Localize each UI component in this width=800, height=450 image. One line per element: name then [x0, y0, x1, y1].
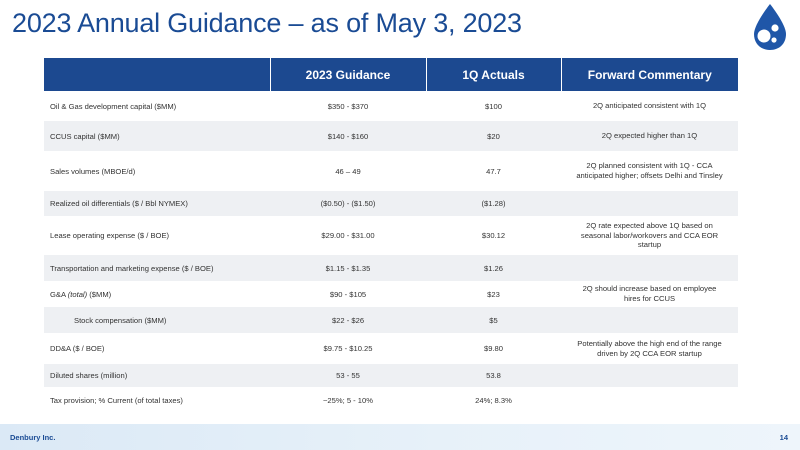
- guidance-cell: $29.00 - $31.00: [321, 231, 375, 240]
- table-row: Tax provision; % Current (of total taxes…: [44, 387, 738, 413]
- commentary-cell: [561, 191, 738, 216]
- actual-cell: $23: [487, 289, 500, 299]
- commentary-cell: 2Q expected higher than 1Q: [561, 121, 738, 151]
- guidance-cell: 53 - 55: [270, 364, 426, 387]
- column-header: [44, 58, 270, 91]
- row-label: Tax provision; % Current (of total taxes…: [50, 395, 183, 405]
- commentary-cell: 2Q rate expected above 1Q based on seaso…: [580, 220, 719, 250]
- row-label: DD&A ($ / BOE): [50, 344, 105, 353]
- commentary-cell: 2Q planned consistent with 1Q - CCA anti…: [576, 161, 723, 180]
- actual-cell: $1.26: [426, 255, 561, 281]
- commentary-cell: [561, 364, 738, 387]
- table-row: G&A (total) ($MM) $90 - $105 $23 2Q shou…: [44, 281, 738, 307]
- table-row: Transportation and marketing expense ($ …: [44, 255, 738, 281]
- guidance-cell: $350 - $370: [327, 101, 369, 111]
- table-row: Diluted shares (million) 53 - 55 53.8: [44, 364, 738, 387]
- guidance-cell: $90 - $105: [329, 289, 367, 299]
- commentary-cell: [561, 387, 738, 413]
- row-label: Realized oil differentials ($ / Bbl NYME…: [44, 191, 270, 216]
- column-header: 2023 Guidance: [269, 58, 426, 91]
- actual-cell: $20: [426, 121, 561, 151]
- column-header: Forward Commentary: [560, 58, 738, 91]
- commentary-cell: Potentially above the high end of the ra…: [577, 338, 722, 358]
- table-row: Stock compensation ($MM) $22 - $26 $5: [44, 307, 738, 333]
- footer-bar: [0, 424, 800, 450]
- table-row: Sales volumes (MBOE/d) 46 – 49 47.7 2Q p…: [44, 151, 738, 191]
- table-header-row: 2023 Guidance 1Q Actuals Forward Comment…: [44, 58, 738, 91]
- table-row: CCUS capital ($MM) $140 - $160 $20 2Q ex…: [44, 121, 738, 151]
- actual-cell: $100: [485, 101, 502, 111]
- table-row: DD&A ($ / BOE) $9.75 - $10.25 $9.80 Pote…: [44, 333, 738, 364]
- row-label: Lease operating expense ($ / BOE): [50, 231, 170, 240]
- commentary-cell: 2Q anticipated consistent with 1Q: [592, 101, 707, 111]
- row-label: Stock compensation ($MM): [44, 307, 270, 333]
- table-row: Realized oil differentials ($ / Bbl NYME…: [44, 191, 738, 216]
- row-label-prefix: G&A: [50, 289, 68, 299]
- footer-company-name: Denbury Inc.: [10, 433, 56, 442]
- row-label: Sales volumes (MBOE/d): [50, 166, 136, 176]
- actual-cell: $30.12: [481, 231, 506, 240]
- guidance-cell: ~25%; 5 - 10%: [322, 395, 374, 405]
- guidance-cell: $1.15 - $1.35: [270, 255, 426, 281]
- guidance-cell: 46 – 49: [335, 166, 361, 176]
- row-label: Transportation and marketing expense ($ …: [44, 255, 270, 281]
- row-label: Oil & Gas development capital ($MM): [50, 101, 177, 111]
- denbury-drop-logo-icon: [754, 4, 786, 50]
- actual-cell: ($1.28): [426, 191, 561, 216]
- actual-cell: $9.80: [483, 344, 503, 353]
- guidance-cell: $22 - $26: [270, 307, 426, 333]
- guidance-cell: ($0.50) - ($1.50): [270, 191, 426, 216]
- page-title: 2023 Annual Guidance – as of May 3, 2023: [12, 8, 522, 38]
- table-row: Lease operating expense ($ / BOE) $29.00…: [44, 216, 738, 255]
- guidance-cell: $140 - $160: [270, 121, 426, 151]
- actual-cell: 53.8: [426, 364, 561, 387]
- actual-cell: 47.7: [486, 166, 501, 176]
- commentary-cell: 2Q should increase based on employee hir…: [582, 284, 717, 303]
- row-label-suffix: ($MM): [87, 289, 112, 299]
- row-label: Diluted shares (million): [44, 364, 270, 387]
- row-label: G&A (total) ($MM): [44, 281, 270, 307]
- table-row: Oil & Gas development capital ($MM) $350…: [44, 91, 738, 121]
- commentary-cell: [561, 307, 738, 333]
- page-number: 14: [779, 433, 788, 442]
- guidance-table: 2023 Guidance 1Q Actuals Forward Comment…: [44, 58, 738, 413]
- guidance-cell: $9.75 - $10.25: [323, 344, 373, 353]
- commentary-cell: [561, 255, 738, 281]
- actual-cell: $5: [426, 307, 561, 333]
- actual-cell: 24%; 8.3%: [475, 395, 512, 405]
- row-label-italic: (total): [67, 289, 88, 299]
- row-label: CCUS capital ($MM): [44, 121, 270, 151]
- column-header: 1Q Actuals: [425, 58, 561, 91]
